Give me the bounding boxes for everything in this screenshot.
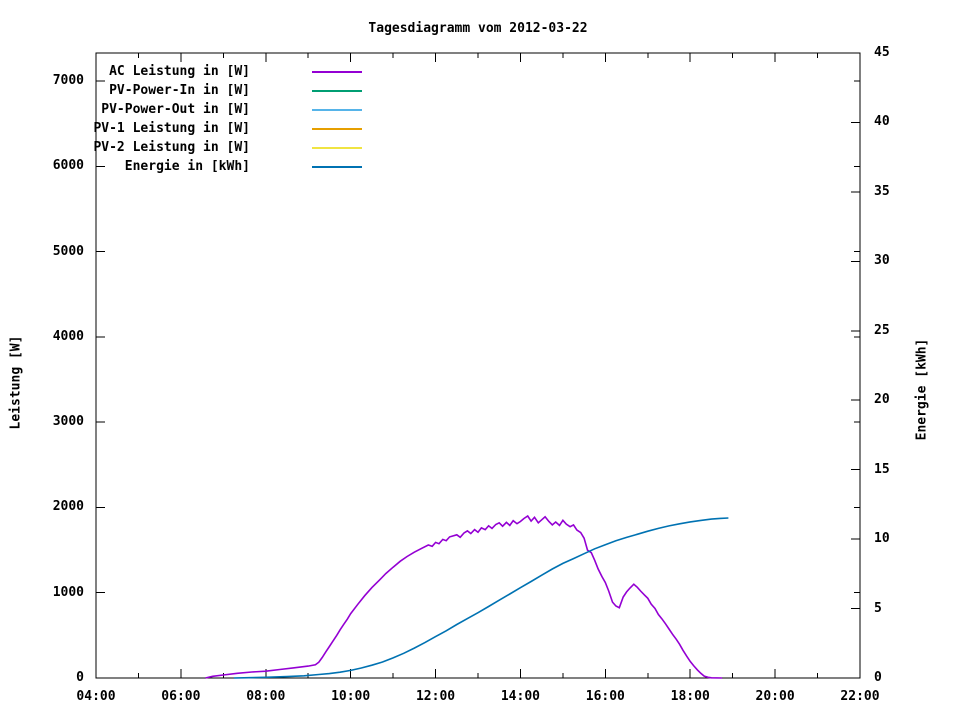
x-axis-tick-label: 16:00	[585, 689, 625, 704]
x-axis-tick-label: 18:00	[670, 689, 710, 704]
legend-line-swatch	[312, 147, 362, 149]
x-axis-tick-label: 22:00	[840, 689, 880, 704]
y-axis-tick-label: 4000	[52, 328, 84, 344]
x-axis-tick-label: 08:00	[246, 689, 286, 704]
legend-label: PV-2 Leistung in [W]	[93, 140, 250, 155]
x-axis-tick-label: 04:00	[76, 689, 116, 704]
x-axis-tick-label: 12:00	[415, 689, 456, 704]
x-axis-tick-label: 20:00	[755, 689, 795, 704]
y2-axis-tick-label: 20	[874, 392, 890, 408]
energie-in-kwh-curve	[233, 517, 729, 679]
y-axis-tick-label: 2000	[52, 499, 84, 515]
legend-line-swatch	[312, 128, 362, 130]
y-axis-tick-label: 1000	[52, 584, 84, 600]
x-axis-tick-label: 06:00	[161, 689, 201, 704]
y2-axis-tick-label: 30	[874, 253, 890, 269]
legend-line-swatch	[312, 109, 362, 111]
x-axis-tick-label: 10:00	[331, 689, 371, 704]
y-axis-tick-label: 5000	[52, 243, 84, 259]
y-axis-tick-label: 3000	[52, 414, 84, 430]
legend-line-swatch	[312, 71, 362, 73]
legend-label: Energie in [kWh]	[124, 159, 250, 174]
x-axis-tick-label: 14:00	[500, 689, 540, 704]
y2-axis-tick-label: 45	[874, 45, 890, 60]
y2-axis-tick-label: 0	[874, 670, 882, 685]
ac-leistung-in-w-curve	[205, 514, 723, 679]
chart-canvas: Tagesdiagramm vom 2012-03-22 Leistung [W…	[0, 0, 960, 720]
y2-axis-tick-label: 15	[874, 461, 890, 477]
y2-axis-tick-label: 35	[874, 183, 890, 199]
legend-line-swatch	[312, 166, 362, 168]
legend-label: PV-Power-In in [W]	[109, 83, 250, 98]
legend-label: PV-Power-Out in [W]	[101, 102, 250, 117]
y-axis-tick-label: 0	[76, 670, 84, 685]
y2-axis-tick-label: 25	[874, 322, 890, 338]
legend-line-swatch	[312, 90, 362, 92]
y2-axis-tick-label: 10	[874, 531, 890, 547]
y2-axis-tick-label: 40	[874, 114, 890, 130]
legend-label: AC Leistung in [W]	[109, 64, 250, 79]
legend-label: PV-1 Leistung in [W]	[93, 121, 250, 136]
y2-axis-tick-label: 5	[874, 600, 882, 616]
